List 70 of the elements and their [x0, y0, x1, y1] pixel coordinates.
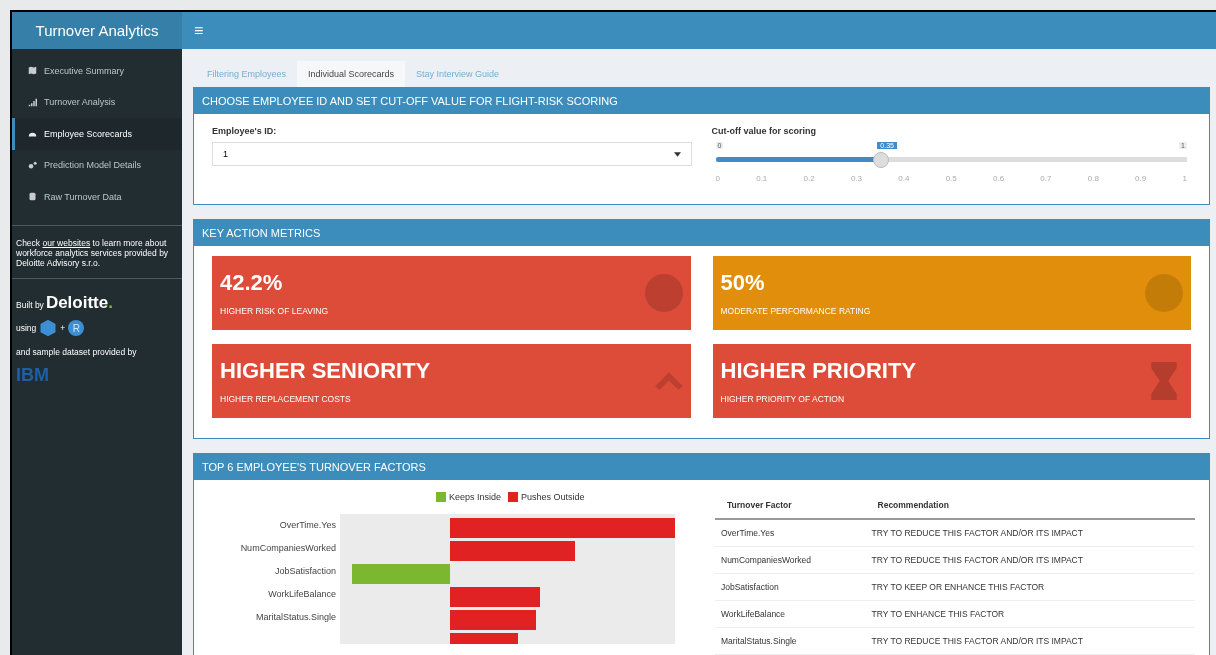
metric-caption: HIGHER PRIORITY OF ACTION	[720, 394, 846, 404]
legend-label: Pushes Outside	[521, 492, 585, 502]
tick-label: 0.7	[1040, 174, 1052, 183]
sidebar-item[interactable]: Employee Scorecards	[12, 118, 182, 150]
plus-text: +	[60, 323, 66, 334]
metric-value: 42.2%	[220, 270, 284, 296]
box-header: KEY ACTION METRICS	[194, 220, 1209, 246]
axis-label: OverTime.Yes	[279, 520, 336, 532]
table-cell: TRY TO KEEP OR ENHANCE THIS FACTOR	[865, 573, 1195, 601]
tick-label: 0.6	[993, 174, 1005, 183]
deloitte-logo: Deloitte.	[45, 293, 113, 314]
slider-label: Cut-off value for scoring	[711, 126, 817, 136]
website-link[interactable]: our websites	[42, 237, 91, 248]
axis-label: WorkLifeBalance	[268, 589, 336, 601]
employee-id-select[interactable]: 1	[212, 142, 692, 166]
ibm-logo: IBM	[16, 365, 49, 387]
gears-icon	[28, 160, 37, 170]
chevron-icon	[654, 372, 683, 390]
sidebar-item[interactable]: Raw Turnover Data	[12, 181, 182, 213]
dataset-text: and sample dataset provided by	[16, 347, 138, 358]
metric-value: HIGHER SENIORITY	[220, 358, 431, 384]
axis-label: MaritalStatus.Single	[255, 612, 336, 624]
table-cell: TRY TO REDUCE THIS FACTOR AND/OR ITS IMPACT	[865, 546, 1195, 574]
caret-icon	[673, 151, 681, 157]
metric-value: HIGHER PRIORITY	[720, 358, 917, 384]
table-cell: JobSatisfaction	[715, 573, 866, 601]
field-label: Employee's ID:	[212, 126, 278, 136]
table-cell: MaritalStatus.Single	[715, 627, 866, 655]
bar-chart-icon	[28, 97, 37, 107]
box-header: CHOOSE EMPLOYEE ID AND SET CUT-OFF VALUE FOR FLIGHT-RISK SCORING	[194, 88, 1209, 114]
metric-caption: MODERATE PERFORMANCE RATING	[720, 306, 871, 316]
sidebar-item[interactable]: Turnover Analysis	[12, 86, 182, 118]
table-cell: TRY TO REDUCE THIS FACTOR AND/OR ITS IMPACT	[865, 519, 1195, 547]
sidebar-item[interactable]: Prediction Model Details	[12, 149, 182, 181]
tick-label: 0.8	[1087, 174, 1099, 183]
tick-label: 0.3	[850, 174, 863, 183]
menu-button[interactable]: ≡	[182, 21, 216, 40]
tab[interactable]: Individual Scorecards	[297, 61, 406, 87]
tick-label: 0.2	[803, 174, 815, 183]
metric-value: 50%	[720, 270, 766, 296]
column-header: Recommendation	[865, 492, 1195, 519]
column-header: Turnover Factor	[715, 492, 866, 519]
table-cell: OverTime.Yes	[715, 519, 866, 547]
r-logo: R	[68, 320, 85, 337]
info-text: Check our websites to learn more about workforce analytics services provided by Deloitte Advisory s.r.o.	[16, 237, 170, 269]
table-cell: TRY TO REDUCE THIS FACTOR AND/OR ITS IMPACT	[865, 627, 1195, 655]
table-cell: WorkLifeBalance	[715, 600, 866, 628]
slider-handle[interactable]	[872, 152, 889, 168]
tick-label: 0.5	[945, 174, 957, 183]
tick-label: 0	[715, 174, 720, 183]
table-cell: TRY TO ENHANCE THIS FACTOR	[865, 600, 1195, 628]
tick-label: 0.4	[898, 174, 910, 183]
map-icon	[28, 66, 37, 76]
table-cell: NumCompaniesWorked	[715, 546, 866, 574]
tick-label: 0.1	[756, 174, 768, 183]
tick-label: 0.9	[1135, 174, 1147, 183]
database-icon	[28, 192, 37, 202]
metric-caption: HIGHER RISK OF LEAVING	[220, 306, 328, 316]
tick-label: 1	[1182, 174, 1187, 183]
metric-caption: HIGHER REPLACEMENT COSTS	[220, 394, 352, 404]
box-header: TOP 6 EMPLOYEE'S TURNOVER FACTORS	[194, 454, 1209, 480]
bar	[450, 633, 518, 644]
using-text: using	[16, 323, 37, 334]
hexagon-logo-icon	[39, 319, 58, 338]
legend-label: Keeps Inside	[449, 492, 502, 502]
axis-label: NumCompaniesWorked	[240, 543, 336, 555]
axis-label: JobSatisfaction	[274, 566, 336, 578]
app-title: Turnover Analytics	[35, 22, 159, 39]
built-by-text: Built by	[16, 300, 44, 311]
sidebar-item[interactable]: Executive Summary	[12, 55, 182, 87]
